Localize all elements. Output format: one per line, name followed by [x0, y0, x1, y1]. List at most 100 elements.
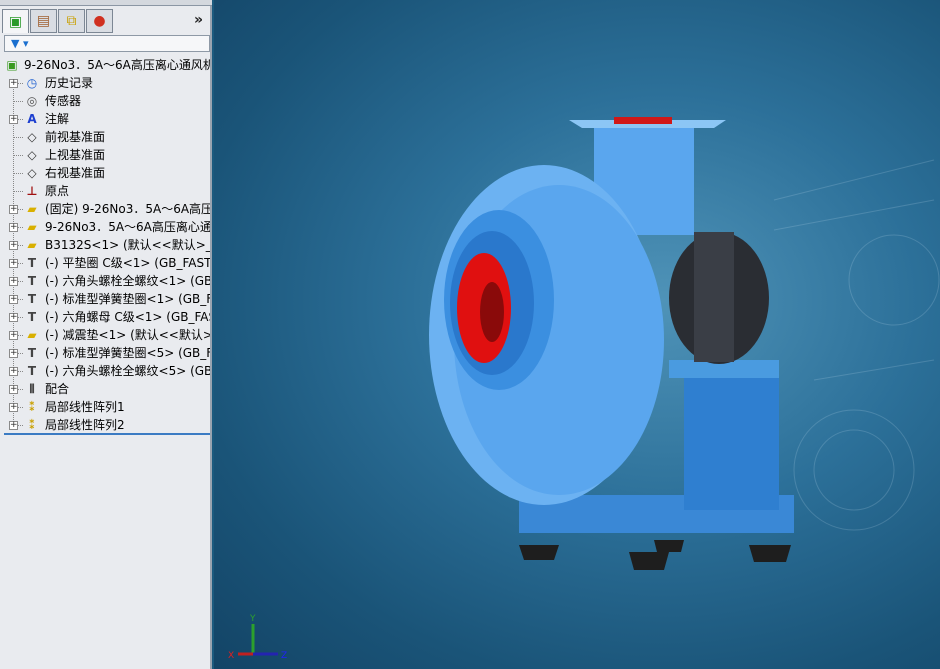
tree-item-label: 上视基准面 — [45, 148, 106, 162]
tree-item[interactable]: + T (-) 六角头螺栓全螺纹<5> (GB_FASTENER — [0, 362, 210, 380]
expand-toggle[interactable]: + — [9, 403, 18, 412]
tree-item[interactable]: ◇ 上视基准面 — [0, 146, 210, 164]
expand-toggle[interactable]: + — [9, 367, 18, 376]
expand-toggle[interactable]: + — [9, 349, 18, 358]
tree-item[interactable]: + T (-) 六角头螺栓全螺纹<1> (GB_FASTENER — [0, 272, 210, 290]
tree-item[interactable]: + T (-) 六角螺母 C级<1> (GB_FASTENER — [0, 308, 210, 326]
tree-item-label: (-) 六角头螺栓全螺纹<1> (GB_FASTENER — [45, 274, 210, 288]
graphics-viewport[interactable]: Y X Z — [214, 0, 940, 669]
inlet-inner — [480, 282, 504, 342]
tree-item[interactable]: + ▰ B3132S<1> (默认<<默认>_显示状态 — [0, 236, 210, 254]
tree-item[interactable]: ⊥ 原点 — [0, 182, 210, 200]
coordinate-triad: Y X Z — [228, 614, 287, 661]
sensor-folder-icon: ◎ — [26, 94, 38, 108]
tree-item[interactable]: ◇ 右视基准面 — [0, 164, 210, 182]
origin-icon: ⊥ — [26, 184, 38, 198]
x-axis-label: X — [228, 651, 234, 661]
tree-item[interactable]: + ⫴ 配合 — [0, 380, 210, 398]
subassembly-icon: ▰ — [27, 238, 37, 252]
tree-item[interactable]: + ▰ 9-26No3．5A～6A高压离心通风机 — [0, 218, 210, 236]
tree-item[interactable]: + ▰ (-) 减震垫<1> (默认<<默认>_显示状态 — [0, 326, 210, 344]
manager-tabs: ▣ ▤ ⧉ ● — [2, 9, 113, 33]
tree-item-label: (-) 标准型弹簧垫圈<1> (GB_FASTENER — [45, 292, 210, 306]
expand-toggle[interactable]: + — [9, 421, 18, 430]
vibration-pads — [519, 540, 791, 570]
expand-toggle[interactable]: + — [9, 79, 18, 88]
expand-toggle[interactable]: + — [9, 331, 18, 340]
history-folder-icon: ◷ — [26, 76, 38, 90]
tree-item[interactable]: + A 注解 — [0, 110, 210, 128]
configuration-manager-icon: ⧉ — [66, 13, 77, 29]
tree-item-label: (固定) 9-26No3．5A～6A高压离心通风机 — [45, 202, 210, 216]
subassembly-icon: ▰ — [27, 220, 37, 234]
tree-item-label: 9-26No3．5A～6A高压离心通风机 — [45, 220, 210, 234]
z-axis-label: Z — [281, 651, 287, 661]
tree-connector — [13, 173, 23, 174]
tab-property-manager[interactable]: ▤ — [30, 9, 57, 33]
tree-item-label: (-) 减震垫<1> (默认<<默认>_显示状态 — [45, 328, 210, 342]
tree-item[interactable]: + ▰ (固定) 9-26No3．5A～6A高压离心通风机 — [0, 200, 210, 218]
expand-toggle[interactable]: + — [9, 259, 18, 268]
outlet-opening — [614, 117, 672, 124]
linear-pattern-icon: ⁑ — [28, 400, 36, 414]
expand-toggle[interactable]: + — [9, 295, 18, 304]
tree-item-label: B3132S<1> (默认<<默认>_显示状态 — [45, 238, 210, 252]
background-sketch-decoration — [773, 159, 940, 531]
tree-item-label: (-) 平垫圈 C级<1> (GB_FASTENER — [45, 256, 210, 270]
tree-connector — [13, 137, 23, 138]
part-bolt-icon: T — [27, 364, 37, 378]
tree-item-label: 原点 — [45, 184, 70, 198]
tree-item[interactable]: + ⁑ 局部线性阵列2 — [0, 416, 210, 434]
plane-icon: ◇ — [27, 166, 37, 180]
more-tabs-button[interactable]: » — [194, 12, 203, 28]
expand-toggle[interactable]: + — [9, 385, 18, 394]
part-bolt-icon: T — [27, 256, 37, 270]
tree-item[interactable]: + T (-) 平垫圈 C级<1> (GB_FASTENER — [0, 254, 210, 272]
expand-toggle[interactable]: + — [9, 115, 18, 124]
expand-toggle[interactable]: + — [9, 313, 18, 322]
tree-connector — [13, 155, 23, 156]
tree-item-label: 局部线性阵列2 — [45, 418, 125, 432]
tab-configuration-manager[interactable]: ⧉ — [58, 9, 85, 33]
tree-item-label: 前视基准面 — [45, 130, 106, 144]
subassembly-icon: ▰ — [27, 328, 37, 342]
feature-manager-panel: ▣ ▤ ⧉ ● » ▼ ▾ ▣ 9-26No3．5A～6A高压离心通风机 + ◷ 历史记… — [0, 0, 212, 669]
part-bolt-icon: T — [27, 274, 37, 288]
tree-item-label: 历史记录 — [45, 76, 94, 90]
tab-feature-manager[interactable]: ▣ — [2, 9, 29, 33]
subassembly-icon: ▰ — [27, 202, 37, 216]
tree-item[interactable]: + ◷ 历史记录 — [0, 74, 210, 92]
annotation-folder-icon: A — [27, 112, 37, 126]
expand-toggle[interactable]: + — [9, 241, 18, 250]
filter-icon: ▼ ▾ — [11, 37, 29, 50]
tree-item[interactable]: + ⁑ 局部线性阵列1 — [0, 398, 210, 416]
linear-pattern-icon: ⁑ — [28, 418, 36, 432]
motor-body — [694, 232, 734, 362]
tree-item[interactable]: ◎ 传感器 — [0, 92, 210, 110]
feature-tree: ▣ 9-26No3．5A～6A高压离心通风机 + ◷ 历史记录 ◎ 传感器 + A 注解 ◇ 前视基准… — [0, 56, 210, 434]
tree-item-label: (-) 标准型弹簧垫圈<5> (GB_FASTENER — [45, 346, 210, 360]
tree-item-label: (-) 六角头螺栓全螺纹<5> (GB_FASTENER — [45, 364, 210, 378]
y-axis-label: Y — [249, 614, 256, 624]
feature-manager-icon: ▣ — [8, 13, 23, 30]
tree-item[interactable]: + T (-) 标准型弹簧垫圈<5> (GB_FASTENER — [0, 344, 210, 362]
tree-item-label: 右视基准面 — [45, 166, 106, 180]
display-manager-icon: ● — [93, 13, 106, 29]
tree-connector — [13, 191, 23, 192]
filter-input[interactable]: ▼ ▾ — [4, 35, 210, 52]
tree-item-label: (-) 六角螺母 C级<1> (GB_FASTENER — [45, 310, 210, 324]
tree-item[interactable]: + T (-) 标准型弹簧垫圈<1> (GB_FASTENER — [0, 290, 210, 308]
expand-toggle[interactable]: + — [9, 205, 18, 214]
expand-toggle[interactable]: + — [9, 277, 18, 286]
fan-model — [429, 117, 940, 570]
tree-item-label: 9-26No3．5A～6A高压离心通风机 — [24, 58, 210, 72]
tree-item-label: 注解 — [45, 112, 70, 126]
tree-separator — [4, 433, 210, 435]
tab-display-manager[interactable]: ● — [86, 9, 113, 33]
plane-icon: ◇ — [27, 130, 37, 144]
tree-item[interactable]: ◇ 前视基准面 — [0, 128, 210, 146]
expand-toggle[interactable]: + — [9, 223, 18, 232]
tree-item[interactable]: ▣ 9-26No3．5A～6A高压离心通风机 — [0, 56, 210, 74]
property-manager-icon: ▤ — [36, 13, 51, 29]
tree-item-label: 传感器 — [45, 94, 82, 108]
